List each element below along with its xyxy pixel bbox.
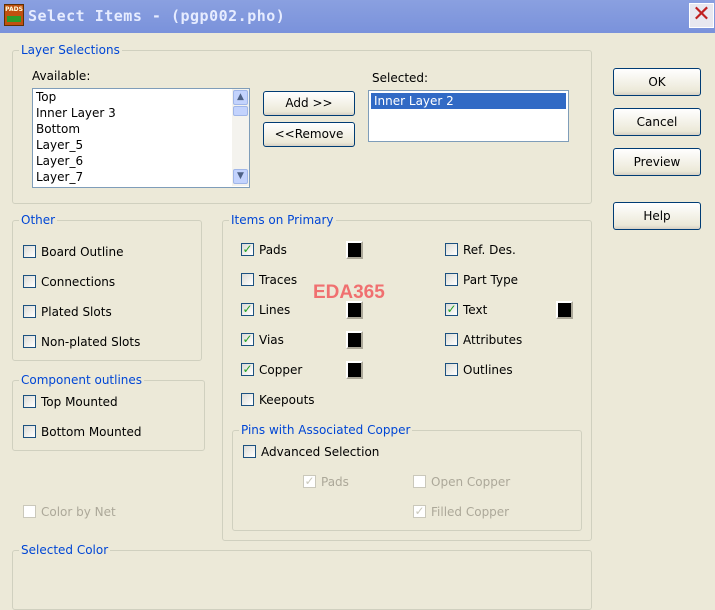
items-on-primary-legend: Items on Primary xyxy=(229,213,336,227)
scroll-down-icon[interactable]: ▼ xyxy=(233,169,248,184)
top-mounted-checkbox[interactable] xyxy=(23,395,36,408)
non-plated-slots-checkbox[interactable] xyxy=(23,335,36,348)
bottom-mounted-label: Bottom Mounted xyxy=(41,425,142,439)
traces-checkbox[interactable] xyxy=(241,273,254,286)
pads-color-swatch[interactable] xyxy=(346,241,363,259)
lines-checkbox[interactable]: ✓ xyxy=(241,303,254,316)
advanced-selection-label: Advanced Selection xyxy=(261,445,380,459)
ok-button[interactable]: OK xyxy=(613,68,701,96)
list-item[interactable]: Bottom xyxy=(33,121,249,137)
ref-des-checkbox[interactable] xyxy=(445,243,458,256)
pins-pads-label: Pads xyxy=(321,475,349,489)
pins-legend: Pins with Associated Copper xyxy=(239,423,413,437)
copper-label: Copper xyxy=(259,363,303,377)
selected-label: Selected: xyxy=(372,71,429,85)
available-list[interactable]: Top Inner Layer 3 Bottom Layer_5 Layer_6… xyxy=(32,88,250,188)
selected-color-legend: Selected Color xyxy=(19,543,111,557)
text-checkbox[interactable]: ✓ xyxy=(445,303,458,316)
component-outlines-group xyxy=(12,380,205,451)
list-item[interactable]: Layer_6 xyxy=(33,153,249,169)
color-by-net-label: Color by Net xyxy=(41,505,116,519)
outlines-checkbox[interactable] xyxy=(445,363,458,376)
part-type-checkbox[interactable] xyxy=(445,273,458,286)
copper-checkbox[interactable]: ✓ xyxy=(241,363,254,376)
open-copper-label: Open Copper xyxy=(431,475,511,489)
app-icon: PADS xyxy=(4,4,24,26)
component-outlines-legend: Component outlines xyxy=(19,373,145,387)
preview-button[interactable]: Preview xyxy=(613,148,701,176)
list-item-selected[interactable]: Inner Layer 2 xyxy=(371,93,566,109)
other-legend: Other xyxy=(19,213,58,227)
pads-checkbox[interactable]: ✓ xyxy=(241,243,254,256)
scroll-thumb[interactable] xyxy=(233,106,248,116)
pins-pads-checkbox[interactable]: ✓ xyxy=(303,475,316,488)
bottom-mounted-checkbox[interactable] xyxy=(23,425,36,438)
part-type-label: Part Type xyxy=(463,273,519,287)
connections-checkbox[interactable] xyxy=(23,275,36,288)
scrollbar[interactable]: ▲ ▼ xyxy=(232,89,249,186)
advanced-selection-checkbox[interactable] xyxy=(243,445,256,458)
window-title: Select Items - (pgp002.pho) xyxy=(28,7,286,25)
help-button[interactable]: Help xyxy=(613,202,701,230)
board-outline-label: Board Outline xyxy=(41,245,124,259)
watermark: EDA365 xyxy=(313,282,385,303)
plated-slots-label: Plated Slots xyxy=(41,305,112,319)
ref-des-label: Ref. Des. xyxy=(463,243,516,257)
close-button[interactable]: ✕ xyxy=(689,3,714,28)
selected-list[interactable]: Inner Layer 2 xyxy=(368,90,569,142)
layer-selections-legend: Layer Selections xyxy=(19,43,122,57)
remove-button[interactable]: <<Remove xyxy=(263,122,355,147)
plated-slots-checkbox[interactable] xyxy=(23,305,36,318)
list-item[interactable]: Top xyxy=(33,89,249,105)
available-label: Available: xyxy=(32,69,91,83)
cancel-button[interactable]: Cancel xyxy=(613,108,701,136)
list-item[interactable]: Layer_5 xyxy=(33,137,249,153)
text-color-swatch[interactable] xyxy=(556,301,573,319)
open-copper-checkbox[interactable] xyxy=(413,475,426,488)
text-label: Text xyxy=(463,303,488,317)
top-mounted-label: Top Mounted xyxy=(41,395,118,409)
selected-color-group xyxy=(12,550,592,610)
list-item[interactable]: Inner Layer 3 xyxy=(33,105,249,121)
lines-label: Lines xyxy=(259,303,291,317)
filled-copper-label: Filled Copper xyxy=(431,505,510,519)
scroll-up-icon[interactable]: ▲ xyxy=(233,90,248,105)
vias-checkbox[interactable]: ✓ xyxy=(241,333,254,346)
non-plated-slots-label: Non-plated Slots xyxy=(41,335,141,349)
keepouts-label: Keepouts xyxy=(259,393,315,407)
pads-label: Pads xyxy=(259,243,287,257)
copper-color-swatch[interactable] xyxy=(346,361,363,379)
filled-copper-checkbox[interactable]: ✓ xyxy=(413,505,426,518)
attributes-label: Attributes xyxy=(463,333,523,347)
outlines-label: Outlines xyxy=(463,363,513,377)
vias-color-swatch[interactable] xyxy=(346,331,363,349)
vias-label: Vias xyxy=(259,333,284,347)
list-item[interactable]: Layer_7 xyxy=(33,169,249,185)
keepouts-checkbox[interactable] xyxy=(241,393,254,406)
attributes-checkbox[interactable] xyxy=(445,333,458,346)
add-button[interactable]: Add >> xyxy=(263,91,355,116)
board-outline-checkbox[interactable] xyxy=(23,245,36,258)
traces-label: Traces xyxy=(259,273,298,287)
color-by-net-checkbox[interactable] xyxy=(23,505,36,518)
connections-label: Connections xyxy=(41,275,116,289)
